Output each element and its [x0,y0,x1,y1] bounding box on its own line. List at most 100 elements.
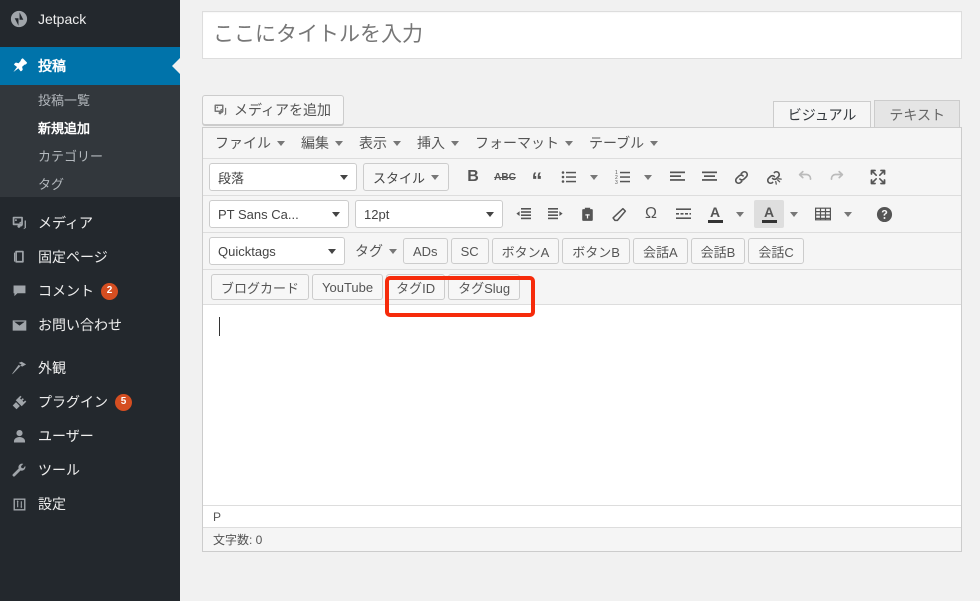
bullet-list-options-button[interactable] [585,163,603,191]
paste-text-icon[interactable] [572,200,602,228]
redo-icon[interactable] [822,163,852,191]
help-icon[interactable] [869,200,899,228]
quicktags-select[interactable]: Quicktags [209,237,345,265]
sidebar-divider [0,38,180,47]
settings-icon [9,494,29,514]
background-color-options-button[interactable] [785,200,803,228]
kaiwa-c-button[interactable]: 会話C [748,238,804,264]
editor-content-area[interactable] [203,305,961,505]
sidebar-item-contact[interactable]: お問い合わせ [0,308,180,342]
undo-icon[interactable] [790,163,820,191]
sidebar-item-categories[interactable]: カテゴリー [0,141,180,169]
sidebar-item-label: コメント [38,283,94,299]
blockquote-button[interactable]: “ [522,163,552,192]
bullet-list-icon[interactable] [554,163,584,191]
paragraph-format-select[interactable]: 段落 [209,163,357,191]
menu-insert[interactable]: 挿入 [409,129,467,157]
sc-button[interactable]: SC [450,238,489,264]
indent-icon[interactable] [540,200,570,228]
sidebar-item-label: メディア [38,215,94,231]
editor-status-bar: 文字数: 0 [203,527,961,551]
sidebar-item-settings[interactable]: 設定 [0,487,180,521]
menu-label: テーブル [589,135,645,151]
tag-slug-button[interactable]: タグSlug [448,274,521,300]
post-title-input[interactable] [202,11,962,59]
sidebar-item-add-new[interactable]: 新規追加 [0,113,180,141]
menu-file[interactable]: ファイル [207,129,293,157]
numbered-list-icon[interactable]: 123 [608,163,638,191]
numbered-list-options-button[interactable] [639,163,657,191]
menu-table[interactable]: テーブル [581,129,666,157]
button-label: ブログカード [221,280,300,296]
sidebar-item-users[interactable]: ユーザー [0,419,180,453]
special-character-button[interactable]: Ω [636,200,666,228]
quicktags-value: Quicktags [218,243,276,259]
chevron-down-icon [340,174,348,180]
kaiwa-a-button[interactable]: 会話A [632,238,688,264]
button-label: 会話A [642,244,678,260]
unlink-icon[interactable] [758,163,788,191]
editor-toolbar-row-1: 段落 スタイル B ABC “ 1 2 3 [203,159,961,196]
tinymce-editor: ファイル 編集 表示 挿入 フォーマット テーブル 段落 スタイル B ABC … [202,127,962,552]
text-color-icon[interactable]: A [700,200,730,228]
eraser-icon[interactable] [604,200,634,228]
menu-label: フォーマット [475,135,559,151]
sidebar-item-tools[interactable]: ツール [0,453,180,487]
tab-label: テキスト [889,106,945,123]
tag-id-button[interactable]: タグID [386,274,446,300]
tag-select[interactable]: タグ [349,237,403,265]
font-family-select[interactable]: PT Sans Ca... [209,200,349,228]
table-icon[interactable] [808,200,838,228]
sidebar-item-tags[interactable]: タグ [0,169,180,197]
sidebar-item-label: プラグイン [38,394,108,410]
read-more-icon[interactable] [668,200,698,228]
wrench-icon [9,460,29,480]
menu-view[interactable]: 表示 [351,129,409,157]
align-center-icon[interactable] [694,163,724,191]
fullscreen-icon[interactable] [863,163,893,191]
chevron-down-icon [431,174,440,180]
youtube-button[interactable]: YouTube [312,274,384,300]
tab-text[interactable]: テキスト [874,100,960,128]
plugins-count-badge: 5 [115,393,132,411]
bold-button[interactable]: B [458,163,488,191]
add-media-button[interactable]: メディアを追加 [202,95,345,125]
sidebar-subitem-label: 新規追加 [38,120,91,136]
chevron-down-icon [328,248,336,254]
ads-button[interactable]: ADs [403,238,448,264]
admin-sidebar: Jetpack 投稿 投稿一覧 新規追加 カテゴリー タグ メディア 固定ページ… [0,0,180,601]
menu-format[interactable]: フォーマット [467,129,581,157]
style-select[interactable]: スタイル [363,163,450,191]
sidebar-item-jetpack[interactable]: Jetpack [0,0,180,38]
sidebar-subitem-label: タグ [38,176,65,192]
menu-edit[interactable]: 編集 [293,129,351,157]
sidebar-item-comments[interactable]: コメント 2 [0,274,180,308]
editor-menubar: ファイル 編集 表示 挿入 フォーマット テーブル [203,128,961,159]
user-icon [9,426,29,446]
menu-label: ファイル [215,135,271,151]
outdent-icon[interactable] [508,200,538,228]
button-label: ボタンB [572,244,620,260]
blog-card-button[interactable]: ブログカード [211,274,310,300]
sidebar-item-appearance[interactable]: 外観 [0,351,180,385]
link-icon[interactable] [726,163,756,191]
kaiwa-b-button[interactable]: 会話B [690,238,746,264]
align-left-icon[interactable] [662,163,692,191]
plugin-icon [9,392,29,412]
background-color-icon[interactable]: A [754,200,784,228]
sidebar-item-all-posts[interactable]: 投稿一覧 [0,85,180,113]
tab-visual[interactable]: ビジュアル [772,101,872,129]
sidebar-item-pages[interactable]: 固定ページ [0,240,180,274]
font-size-select[interactable]: 12pt [355,200,503,228]
sidebar-item-label: ツール [38,462,80,478]
strikethrough-button[interactable]: ABC [490,163,520,191]
sidebar-item-media[interactable]: メディア [0,206,180,240]
chevron-down-icon [389,248,397,254]
text-color-options-button[interactable] [731,200,749,228]
sidebar-item-plugins[interactable]: プラグイン 5 [0,385,180,419]
table-options-button[interactable] [839,200,857,228]
button-a-button[interactable]: ボタンA [491,238,560,264]
sidebar-item-posts[interactable]: 投稿 [0,47,180,85]
element-path-label: P [213,509,222,524]
button-b-button[interactable]: ボタンB [562,238,630,264]
